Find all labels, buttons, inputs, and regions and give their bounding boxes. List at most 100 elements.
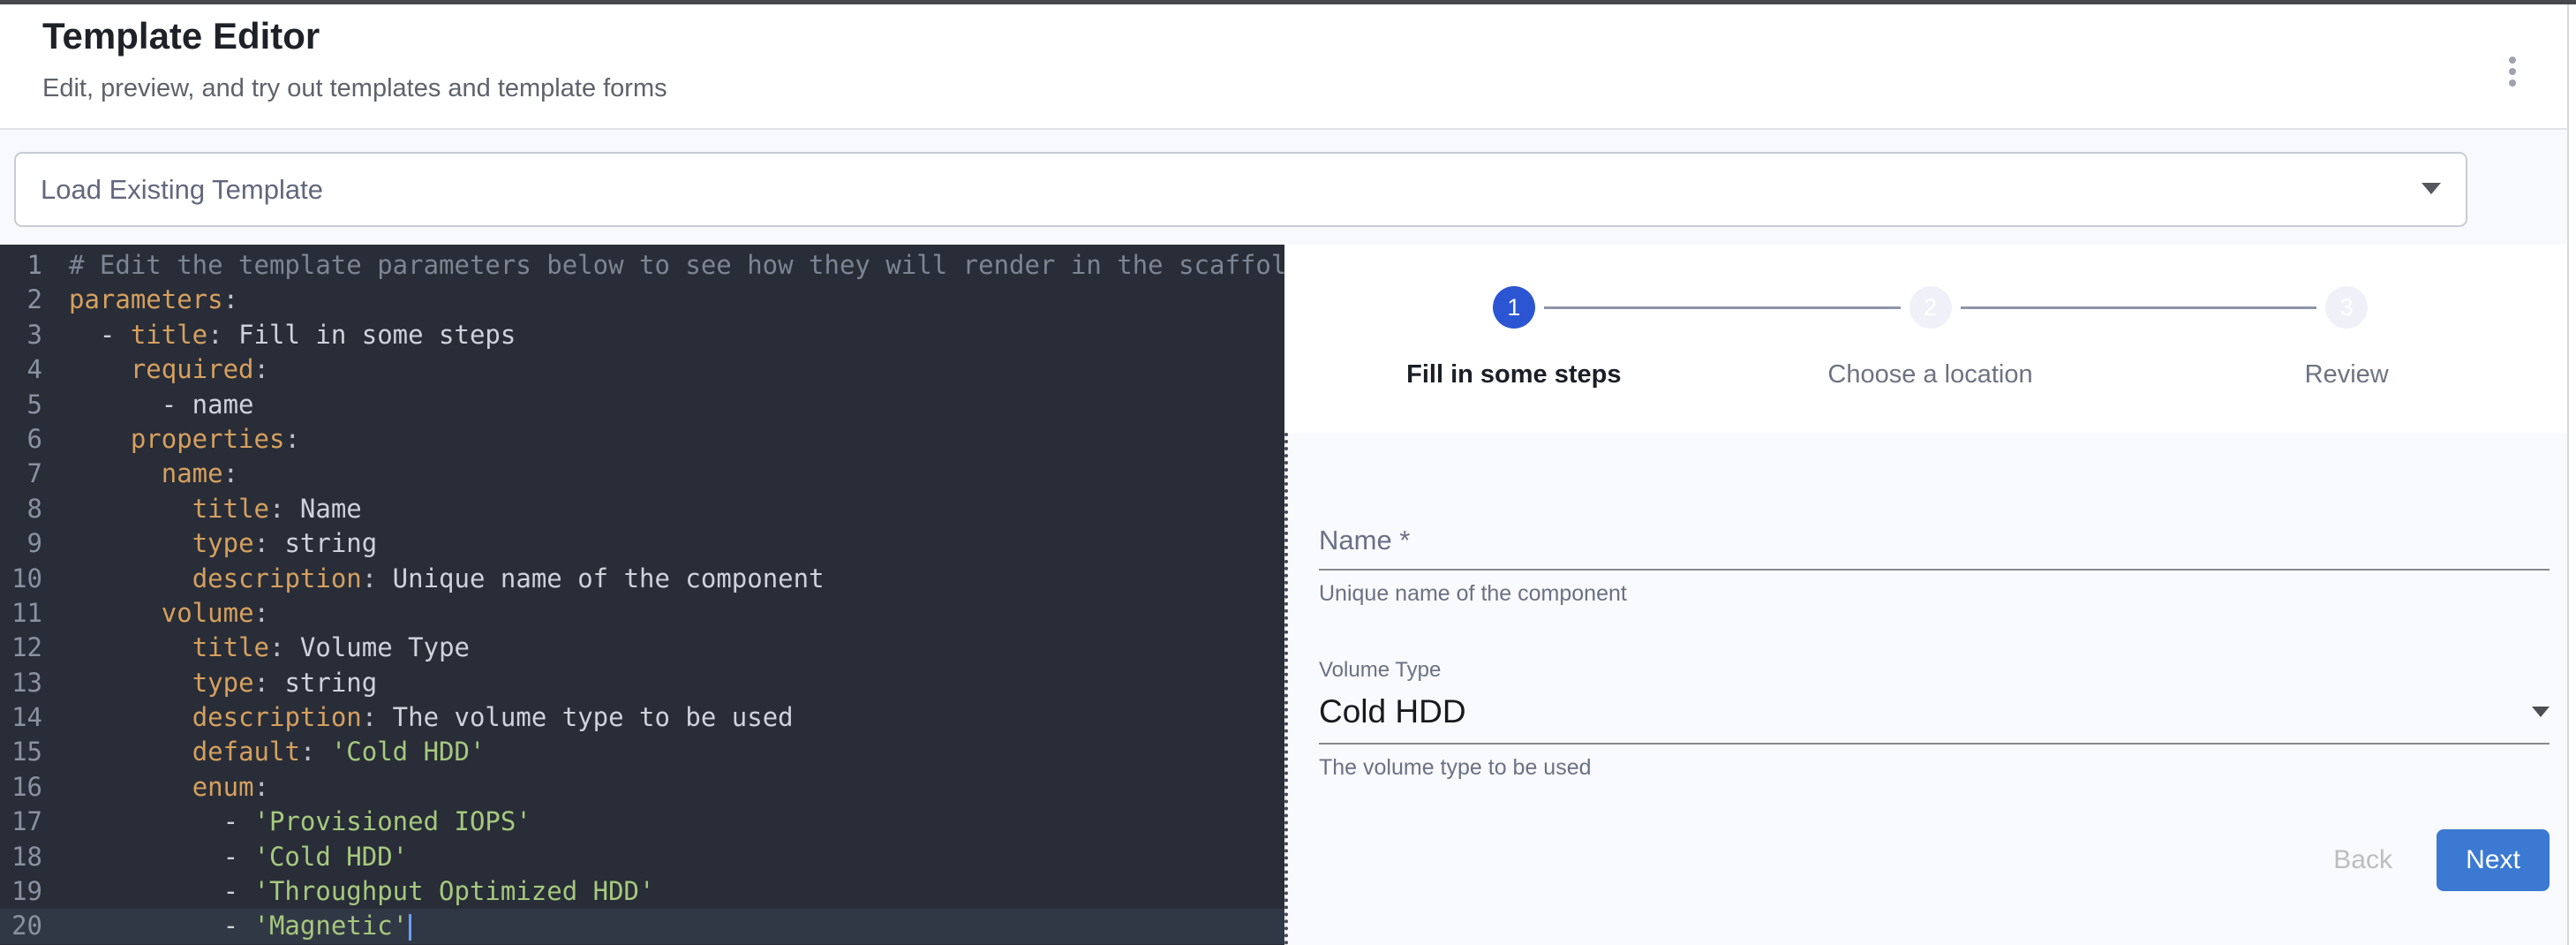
line-number: 9 bbox=[0, 526, 42, 561]
code-text: title: Volume Type bbox=[42, 631, 470, 665]
editor-line[interactable]: 9 type: string bbox=[0, 526, 1284, 561]
editor-line[interactable]: 8 title: Name bbox=[0, 492, 1284, 526]
code-text: - 'Provisioned IOPS' bbox=[42, 805, 531, 839]
line-number: 19 bbox=[0, 874, 42, 909]
code-text: properties: bbox=[42, 422, 300, 457]
name-helper-text: Unique name of the component bbox=[1319, 581, 2550, 607]
code-text: description: The volume type to be used bbox=[42, 700, 794, 735]
line-number: 3 bbox=[0, 318, 42, 352]
step-number-badge: 3 bbox=[2325, 286, 2368, 329]
line-number: 6 bbox=[0, 422, 42, 457]
page-title: Template Editor bbox=[42, 13, 667, 60]
code-editor[interactable]: 1# Edit the template parameters below to… bbox=[0, 245, 1284, 945]
stepper-step-3: 3 Review bbox=[2138, 286, 2555, 433]
editor-line[interactable]: 2parameters: bbox=[0, 283, 1284, 317]
code-text: description: Unique name of the componen… bbox=[42, 562, 825, 596]
volume-type-value: Cold HDD bbox=[1319, 693, 1466, 730]
line-number: 8 bbox=[0, 492, 42, 526]
editor-line[interactable]: 16 enum: bbox=[0, 770, 1284, 805]
load-template-select-label: Load Existing Template bbox=[41, 174, 323, 206]
step-label: Choose a location bbox=[1827, 360, 2032, 389]
editor-line[interactable]: 17 - 'Provisioned IOPS' bbox=[0, 805, 1284, 839]
code-text: - 'Cold HDD' bbox=[42, 840, 408, 874]
next-button[interactable]: Next bbox=[2437, 829, 2550, 891]
more-options-button[interactable] bbox=[2482, 42, 2542, 102]
editor-line[interactable]: 19 - 'Throughput Optimized HDD' bbox=[0, 874, 1284, 909]
step-number-badge: 1 bbox=[1493, 286, 1535, 329]
line-number: 14 bbox=[0, 700, 42, 735]
line-number: 17 bbox=[0, 805, 42, 839]
scrollbar[interactable] bbox=[2567, 4, 2576, 945]
step-number-badge: 2 bbox=[1909, 286, 1952, 329]
line-number: 1 bbox=[0, 248, 42, 283]
kebab-vertical-icon bbox=[2509, 68, 2516, 75]
code-text: required: bbox=[42, 352, 269, 387]
line-number: 11 bbox=[0, 596, 42, 631]
editor-line[interactable]: 18 - 'Cold HDD' bbox=[0, 840, 1284, 874]
editor-line[interactable]: 11 volume: bbox=[0, 596, 1284, 631]
line-number: 16 bbox=[0, 770, 42, 805]
template-editor-page: Template Editor Edit, preview, and try o… bbox=[0, 0, 2576, 945]
page-header: Template Editor Edit, preview, and try o… bbox=[0, 4, 2576, 130]
header-text: Template Editor Edit, preview, and try o… bbox=[42, 13, 667, 103]
line-number: 4 bbox=[0, 352, 42, 387]
code-text: title: Name bbox=[42, 492, 362, 526]
chevron-down-icon bbox=[2422, 183, 2441, 194]
line-number: 5 bbox=[0, 388, 42, 422]
text-cursor bbox=[409, 914, 411, 941]
volume-type-select[interactable]: Cold HDD bbox=[1319, 693, 2550, 730]
step-label: Review bbox=[2305, 360, 2389, 389]
back-button[interactable]: Back bbox=[2316, 829, 2410, 891]
editor-line[interactable]: 4 required: bbox=[0, 352, 1284, 387]
kebab-vertical-icon bbox=[2509, 57, 2516, 64]
line-number: 18 bbox=[0, 840, 42, 874]
editor-line[interactable]: 5 - name bbox=[0, 388, 1284, 422]
code-text: default: 'Cold HDD' bbox=[42, 735, 485, 769]
code-text: type: string bbox=[42, 666, 377, 700]
code-text: - 'Throughput Optimized HDD' bbox=[42, 874, 654, 909]
editor-line[interactable]: 10 description: Unique name of the compo… bbox=[0, 562, 1284, 596]
stepper: 1 Fill in some steps 2 Choose a location 3 Re… bbox=[1284, 245, 2576, 433]
kebab-vertical-icon bbox=[2509, 79, 2516, 87]
chevron-down-icon bbox=[2532, 707, 2550, 717]
name-input[interactable]: Name * bbox=[1319, 525, 2550, 556]
line-number: 20 bbox=[0, 909, 42, 943]
line-number: 13 bbox=[0, 666, 42, 700]
line-number: 2 bbox=[0, 283, 42, 317]
line-number: 15 bbox=[0, 735, 42, 769]
editor-line[interactable]: 12 title: Volume Type bbox=[0, 631, 1284, 665]
editor-line[interactable]: 14 description: The volume type to be us… bbox=[0, 700, 1284, 735]
code-text: name: bbox=[42, 457, 238, 491]
editor-line[interactable]: 15 default: 'Cold HDD' bbox=[0, 735, 1284, 769]
stepper-connector bbox=[1961, 306, 2317, 309]
stepper-connector bbox=[1544, 306, 1901, 309]
code-text: enum: bbox=[42, 770, 269, 805]
editor-line[interactable]: 20 - 'Magnetic' bbox=[0, 909, 1284, 943]
form-preview-panel: 1 Fill in some steps 2 Choose a location 3 Re… bbox=[1284, 245, 2576, 945]
editor-line[interactable]: 7 name: bbox=[0, 457, 1284, 491]
editor-line[interactable]: 6 properties: bbox=[0, 422, 1284, 457]
step-label: Fill in some steps bbox=[1406, 360, 1621, 389]
editor-line[interactable]: 13 type: string bbox=[0, 666, 1284, 700]
code-text: # Edit the template parameters below to … bbox=[42, 248, 1284, 283]
line-number: 7 bbox=[0, 457, 42, 491]
code-text: - 'Magnetic' bbox=[42, 909, 411, 943]
code-text: - name bbox=[42, 388, 254, 422]
wizard-actions: Back Next bbox=[1319, 829, 2550, 891]
editor-line[interactable]: 1# Edit the template parameters below to… bbox=[0, 248, 1284, 283]
volume-type-underline bbox=[1319, 743, 2550, 745]
form-section: Name * Unique name of the component Volu… bbox=[1284, 433, 2576, 945]
volume-type-label: Volume Type bbox=[1319, 658, 2550, 683]
code-text: type: string bbox=[42, 526, 377, 561]
code-text: - title: Fill in some steps bbox=[42, 318, 516, 352]
load-template-select[interactable]: Load Existing Template bbox=[14, 152, 2467, 227]
page-subtitle: Edit, preview, and try out templates and… bbox=[42, 74, 667, 103]
name-input-underline bbox=[1319, 569, 2550, 571]
editor-line[interactable]: 3 - title: Fill in some steps bbox=[0, 318, 1284, 352]
code-text: parameters: bbox=[42, 283, 238, 317]
volume-helper-text: The volume type to be used bbox=[1319, 755, 2550, 781]
editor-preview-split: 1# Edit the template parameters below to… bbox=[0, 245, 2576, 945]
line-number: 10 bbox=[0, 562, 42, 596]
code-editor-lines: 1# Edit the template parameters below to… bbox=[0, 248, 1284, 944]
template-toolbar: Load Existing Template bbox=[0, 130, 2576, 245]
